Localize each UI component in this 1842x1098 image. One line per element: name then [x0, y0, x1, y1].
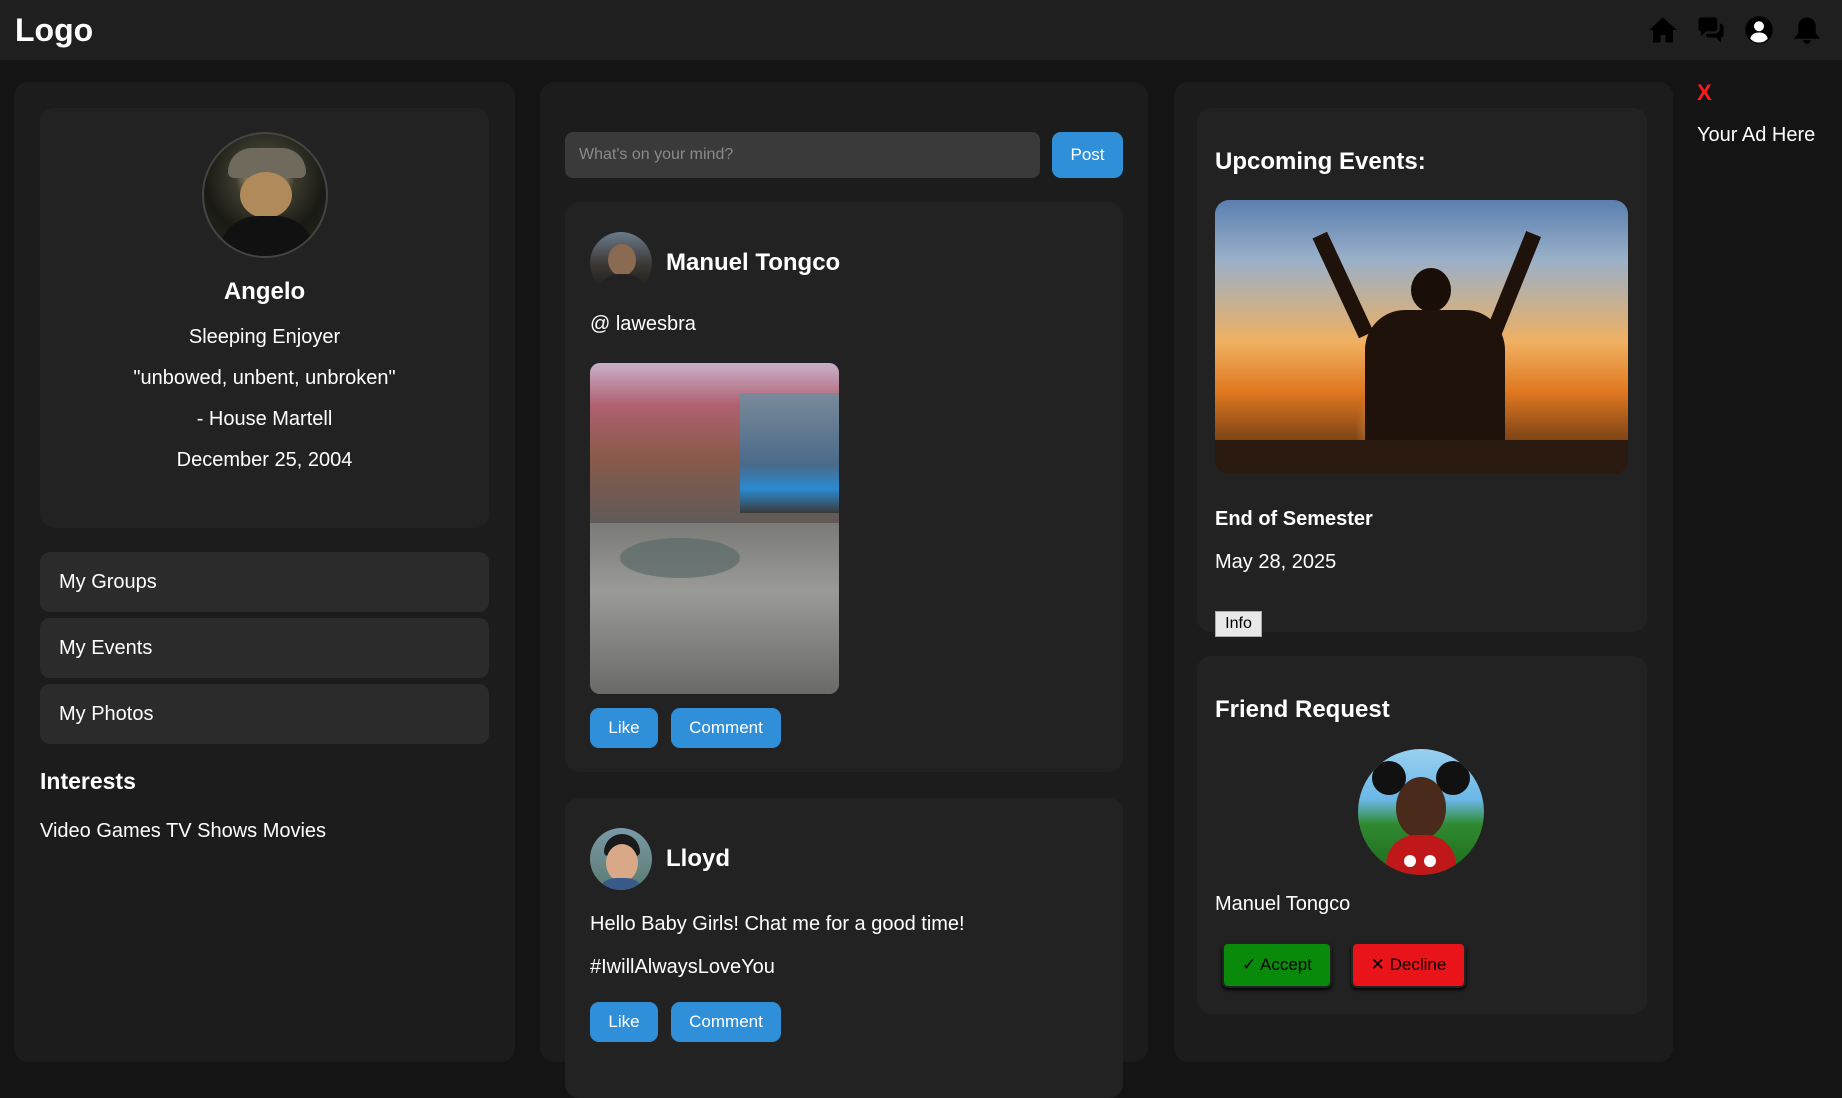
- right-sidebar: Upcoming Events: End of Semester May 28,…: [1174, 82, 1673, 1062]
- event-info-button[interactable]: Info: [1215, 611, 1262, 637]
- chat-icon[interactable]: [1695, 14, 1727, 46]
- top-bar: Logo: [0, 0, 1842, 60]
- events-title: Upcoming Events:: [1215, 148, 1426, 175]
- post-actions: Like Comment: [590, 708, 781, 748]
- profile-quote-source: - House Martell: [196, 408, 333, 430]
- post-author[interactable]: Lloyd: [666, 845, 730, 873]
- nav-icons: [1647, 14, 1827, 46]
- comment-button[interactable]: Comment: [671, 1002, 781, 1042]
- profile-icon[interactable]: [1743, 14, 1775, 46]
- menu-my-photos[interactable]: My Photos: [40, 684, 489, 744]
- post-image[interactable]: [590, 363, 839, 694]
- ad-close-button[interactable]: X: [1697, 80, 1712, 106]
- like-button[interactable]: Like: [590, 1002, 658, 1042]
- post-card: Manuel Tongco @ lawesbra Like Comment: [565, 202, 1123, 772]
- post-card: Lloyd Hello Baby Girls! Chat me for a go…: [565, 798, 1123, 1098]
- post-text: @ lawesbra: [590, 313, 696, 335]
- post-button[interactable]: Post: [1052, 132, 1123, 178]
- left-sidebar: Angelo Sleeping Enjoyer "unbowed, unbent…: [14, 82, 515, 1062]
- events-card: Upcoming Events: End of Semester May 28,…: [1197, 108, 1647, 637]
- event-date: May 28, 2025: [1215, 551, 1337, 573]
- post-author[interactable]: Manuel Tongco: [666, 249, 840, 277]
- profile-name: Angelo: [223, 278, 306, 305]
- post-actions: Like Comment: [590, 1002, 781, 1042]
- friend-request-card: Friend Request Manuel Tongco ✓ Accept ✕ …: [1197, 656, 1647, 1014]
- accept-button[interactable]: ✓ Accept: [1222, 942, 1332, 988]
- post-text: Hello Baby Girls! Chat me for a good tim…: [590, 913, 965, 935]
- feed: Post Manuel Tongco @ lawesbra Like Comme…: [540, 82, 1148, 1098]
- comment-button[interactable]: Comment: [671, 708, 781, 748]
- logo[interactable]: Logo: [15, 12, 93, 49]
- menu-my-events[interactable]: My Events: [40, 618, 489, 678]
- decline-button[interactable]: ✕ Decline: [1351, 942, 1466, 988]
- profile-avatar[interactable]: [201, 132, 328, 258]
- like-button[interactable]: Like: [590, 708, 658, 748]
- author-avatar[interactable]: [590, 232, 652, 294]
- post-composer-input[interactable]: [565, 132, 1040, 178]
- post-hashtag[interactable]: #IwillAlwaysLoveYou: [590, 956, 775, 979]
- friend-request-title: Friend Request: [1215, 696, 1390, 723]
- event-name[interactable]: End of Semester: [1215, 508, 1373, 531]
- profile-birthday: December 25, 2004: [176, 449, 353, 471]
- friend-name[interactable]: Manuel Tongco: [1215, 893, 1350, 916]
- post-header: Manuel Tongco: [590, 232, 840, 294]
- home-icon[interactable]: [1647, 14, 1679, 46]
- profile-bio: Sleeping Enjoyer: [188, 326, 341, 348]
- author-avatar[interactable]: [590, 828, 652, 890]
- ad-placeholder[interactable]: Your Ad Here: [1697, 124, 1815, 147]
- interests-list: Video Games TV Shows Movies: [40, 820, 327, 842]
- event-image[interactable]: [1215, 200, 1628, 474]
- interests-title: Interests: [40, 768, 136, 794]
- profile-card: Angelo Sleeping Enjoyer "unbowed, unbent…: [40, 108, 489, 528]
- menu-my-groups[interactable]: My Groups: [40, 552, 489, 612]
- post-header: Lloyd: [590, 828, 730, 890]
- friend-avatar[interactable]: [1358, 749, 1484, 875]
- profile-quote: "unbowed, unbent, unbroken": [133, 367, 396, 389]
- bell-icon[interactable]: [1791, 14, 1823, 46]
